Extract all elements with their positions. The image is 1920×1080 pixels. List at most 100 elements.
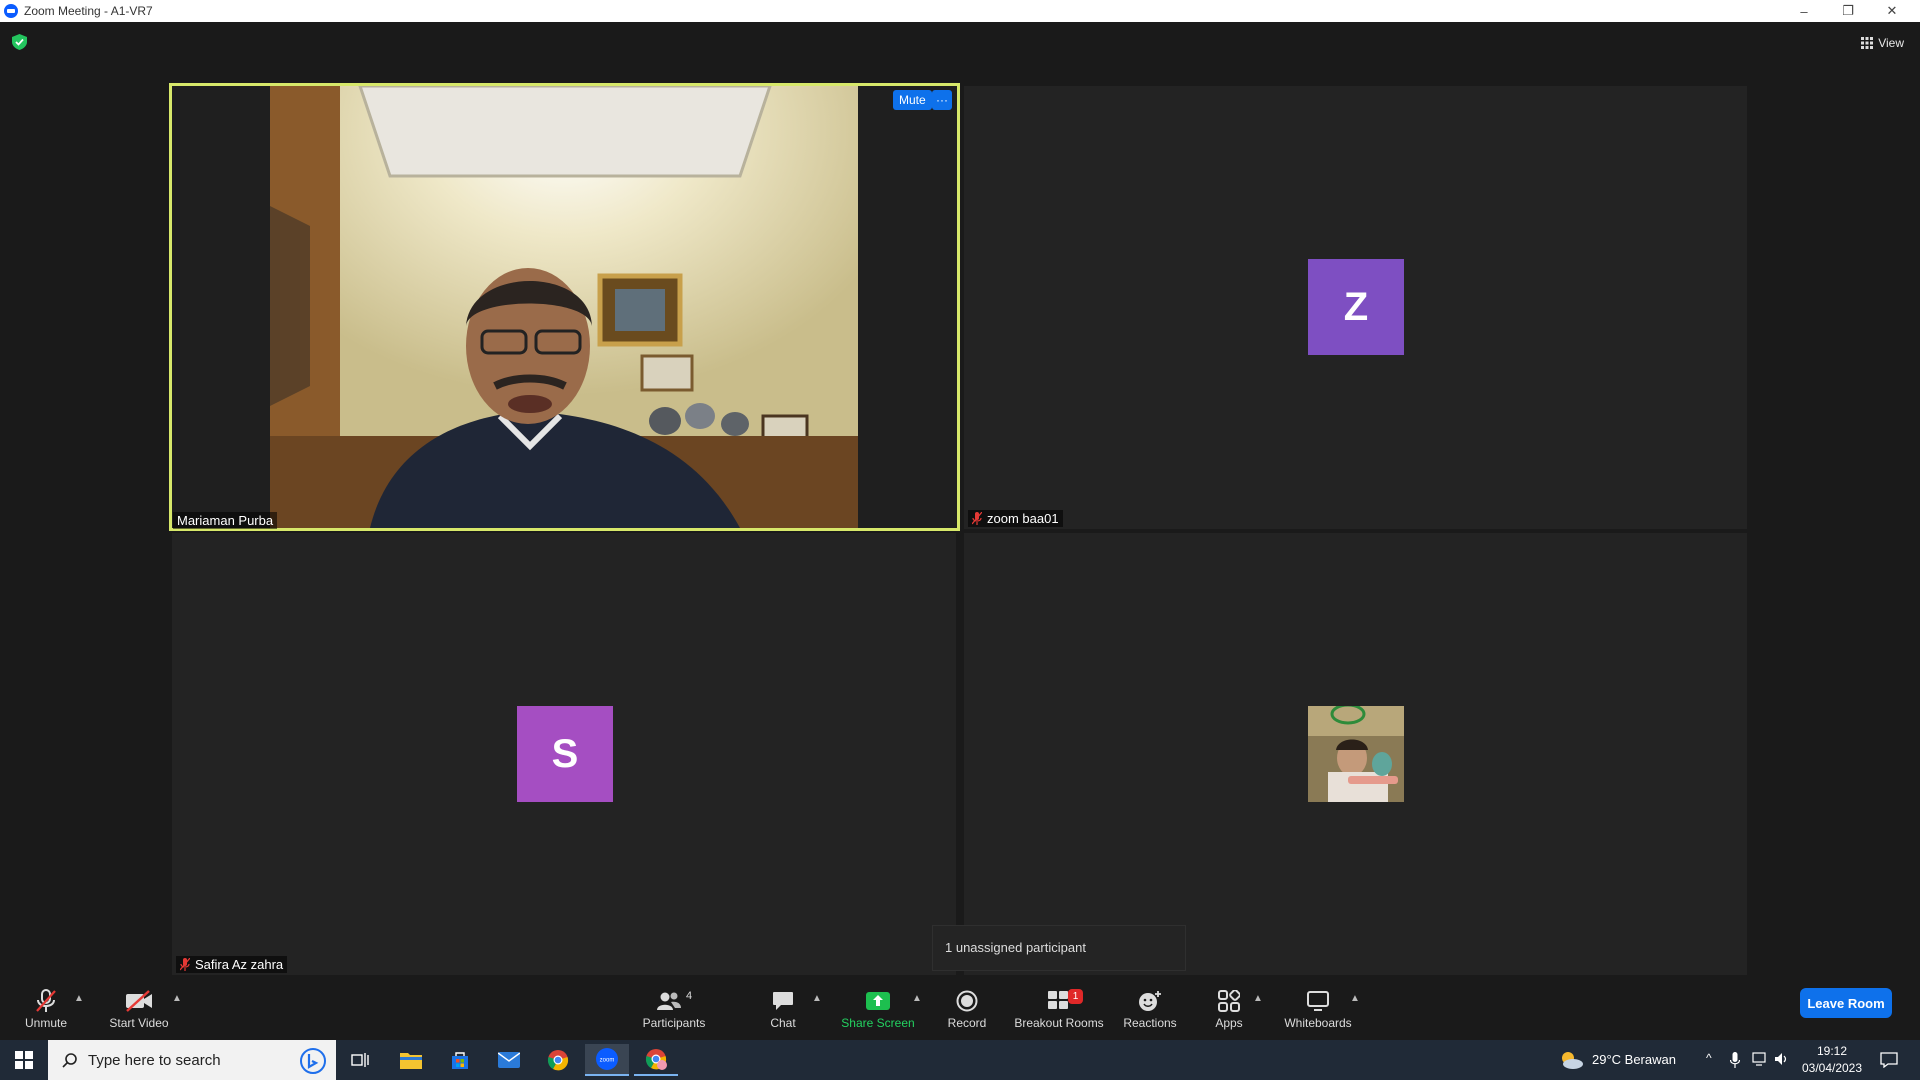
video-tile-zoom-baa01[interactable]: Z zoom baa01 [964,86,1747,529]
store-icon [452,1052,468,1069]
taskbar-search-box[interactable]: Type here to search [48,1040,336,1080]
video-tile-profile-photo[interactable] [964,533,1747,975]
participant-name-text: Safira Az zahra [195,957,284,972]
video-tile-mariaman[interactable]: Mute ··· Mariaman Purba [169,83,960,531]
whiteboards-label: Whiteboards [1284,1015,1352,1030]
minimize-button[interactable]: – [1782,0,1826,22]
restore-button[interactable]: ❐ [1826,0,1870,22]
bing-icon [300,1048,326,1074]
audio-options-caret-icon[interactable]: ▲ [74,993,84,1004]
record-label: Record [947,1015,987,1030]
whiteboards-button[interactable]: Whiteboards [1282,977,1354,1040]
show-hidden-icons-chevron-icon[interactable]: ^ [1706,1051,1712,1065]
zoom-app-icon: zoom [596,1048,618,1070]
unmute-button[interactable]: Unmute [18,977,74,1040]
chrome-profile-button[interactable] [634,1044,678,1076]
participant-name-text: zoom baa01 [987,511,1059,526]
participants-label: Participants [642,1015,706,1030]
view-label: View [1878,36,1904,50]
participant-name-text: Mariaman Purba [177,513,274,528]
mute-participant-button[interactable]: Mute [893,90,932,110]
participant-name: zoom baa01 [968,510,1063,527]
apps-button[interactable]: Apps [1206,977,1252,1040]
reactions-icon [1139,990,1161,1011]
task-view-icon [351,1053,369,1067]
start-video-button[interactable]: Start Video [104,977,174,1040]
participants-button[interactable]: 4 Participants [638,977,710,1040]
chrome-button[interactable] [536,1044,580,1076]
muted-mic-icon [972,512,982,525]
clock-date[interactable]: 03/04/2023 [1797,1061,1867,1075]
security-shield-icon[interactable] [12,34,27,50]
participants-count: 4 [685,989,693,1002]
participant-name: Safira Az zahra [176,956,288,973]
apps-options-caret-icon[interactable]: ▲ [1253,993,1263,1004]
unmute-label: Unmute [24,1015,68,1030]
search-icon [62,1053,77,1068]
title-bar: Zoom Meeting - A1-VR7 – ❐ ✕ [0,0,1920,22]
weather-text[interactable]: 29°C Berawan [1592,1052,1676,1067]
share-screen-icon [866,991,890,1010]
grid-icon [1861,37,1874,49]
muted-mic-icon [180,958,190,971]
weather-icon [1562,1052,1583,1069]
file-explorer-button[interactable] [389,1044,433,1076]
video-options-caret-icon[interactable]: ▲ [172,993,182,1004]
apps-label: Apps [1215,1015,1243,1030]
unassigned-tooltip: 1 unassigned participant [932,925,1186,971]
avatar: Z [1308,259,1404,355]
chrome-icon [547,1050,569,1071]
reactions-label: Reactions [1123,1015,1177,1030]
windows-taskbar: Type here to search zoom 29°C Berawan ^ … [0,1040,1920,1080]
file-explorer-icon [400,1053,422,1069]
start-video-label: Start Video [109,1015,169,1030]
chrome-profile-icon [645,1049,667,1070]
reactions-button[interactable]: Reactions [1120,977,1180,1040]
notifications-icon[interactable] [1880,1052,1898,1068]
svg-text:zoom: zoom [600,1058,615,1064]
avatar: S [517,706,613,802]
participant-name: Mariaman Purba [173,512,278,529]
volume-icon[interactable] [1774,1052,1790,1066]
zoom-logo-icon [4,4,18,18]
share-options-caret-icon[interactable]: ▲ [912,993,922,1004]
meeting-toolbar: Unmute ▲ Start Video ▲ 4 Participants Ch… [0,977,1920,1040]
microsoft-store-button[interactable] [438,1044,482,1076]
chat-button[interactable]: Chat [760,977,806,1040]
breakout-rooms-icon [1048,990,1068,1009]
task-view-button[interactable] [338,1044,382,1076]
breakout-badge: 1 [1068,988,1083,1004]
start-button[interactable] [0,1044,48,1076]
chat-options-caret-icon[interactable]: ▲ [812,993,822,1004]
zoom-taskbar-button[interactable]: zoom [585,1044,629,1076]
share-screen-label: Share Screen [841,1015,915,1030]
search-placeholder: Type here to search [88,1051,221,1069]
windows-logo-icon [15,1051,33,1069]
chat-label: Chat [770,1015,796,1030]
participant-video [270,86,858,528]
record-button[interactable]: Record [944,977,990,1040]
leave-room-button[interactable]: Leave Room [1800,988,1892,1018]
window-title: Zoom Meeting - A1-VR7 [24,4,153,18]
network-icon[interactable] [1752,1052,1768,1066]
participants-icon [656,992,681,1010]
share-screen-button[interactable]: Share Screen [838,977,918,1040]
view-button[interactable]: View [1855,32,1910,54]
whiteboards-options-caret-icon[interactable]: ▲ [1350,993,1360,1004]
whiteboard-icon [1307,990,1329,1011]
mail-icon [498,1052,520,1068]
breakout-rooms-button[interactable]: 1 Breakout Rooms [1012,977,1106,1040]
more-options-button[interactable]: ··· [932,90,952,110]
profile-photo [1308,706,1404,802]
microphone-tray-icon[interactable] [1730,1052,1740,1068]
apps-icon [1218,989,1240,1012]
muted-mic-icon [36,988,56,1012]
video-off-icon [126,989,152,1012]
mail-button[interactable] [487,1044,531,1076]
clock-time[interactable]: 19:12 [1802,1044,1862,1058]
video-tile-safira[interactable]: S Safira Az zahra [172,533,956,975]
chat-icon [773,991,793,1010]
breakout-rooms-label: Breakout Rooms [1014,1015,1104,1030]
close-button[interactable]: ✕ [1870,0,1914,22]
record-icon [956,990,978,1011]
